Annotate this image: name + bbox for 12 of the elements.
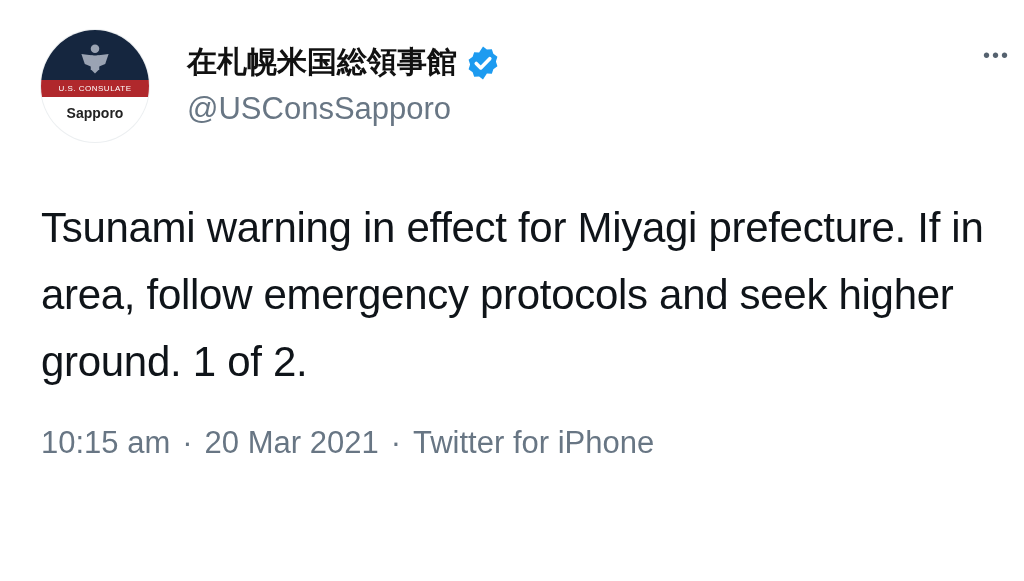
tweet-meta: · [182,425,193,461]
more-button[interactable]: ••• [983,44,1010,67]
avatar[interactable]: U.S. CONSULATE Sapporo [41,30,149,142]
tweet-meta: Twitter for iPhone [413,425,655,461]
avatar-band: U.S. CONSULATE [41,80,149,97]
tweet-meta: 10:15 am [41,425,171,461]
tweet-meta: 20 Mar 2021 [204,425,379,461]
avatar-caption: Sapporo [66,105,124,121]
tweet-text: Tsunami warning in effect for Miyagi prefecture. If in area, follow emergency protocols and seek higher ground. 1 of 2. [41,203,985,387]
account-handle[interactable]: @USConsSapporo [187,91,501,127]
tweet-meta: · [390,425,401,461]
account-name[interactable]: 在札幌米国総領事館 [187,42,457,83]
